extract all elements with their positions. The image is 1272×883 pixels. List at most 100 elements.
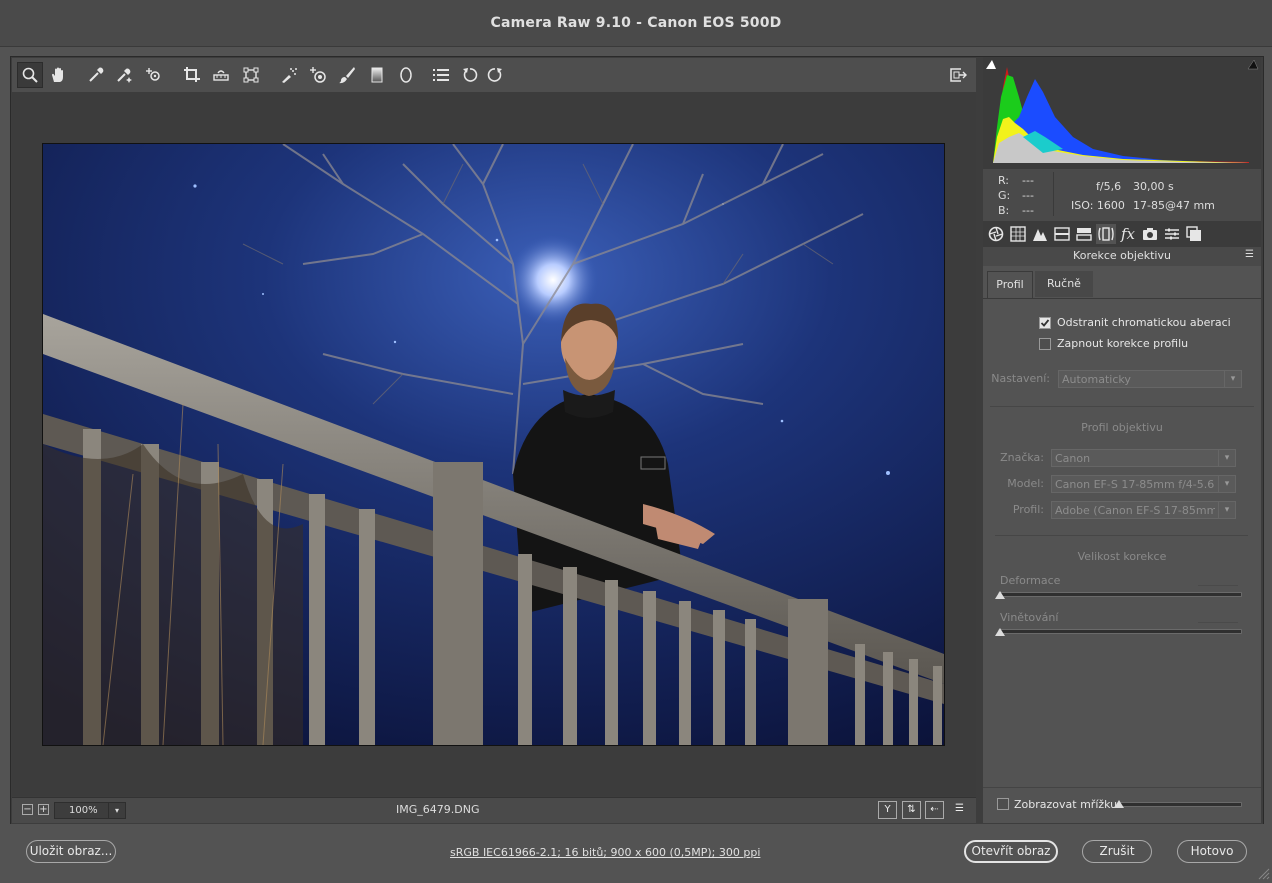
- vignetting-slider[interactable]: [998, 629, 1242, 634]
- swap-settings-icon[interactable]: ⇅: [902, 801, 921, 819]
- g-label: G:: [998, 189, 1011, 202]
- preferences-icon[interactable]: [428, 62, 454, 88]
- done-button[interactable]: Hotovo: [1177, 840, 1247, 863]
- b-value: ---: [1022, 204, 1034, 217]
- setup-select[interactable]: Automaticky ▾: [1058, 370, 1242, 388]
- divider: [990, 406, 1254, 407]
- save-image-button[interactable]: Uložit obraz...: [26, 840, 116, 863]
- hand-icon[interactable]: [45, 62, 71, 88]
- file-name: IMG_6479.DNG: [396, 803, 480, 816]
- lens-value: 17-85@47 mm: [1133, 199, 1215, 212]
- toggle-fullscreen-icon[interactable]: [945, 62, 971, 88]
- setup-label: Nastavení:: [991, 372, 1050, 385]
- tab-profile[interactable]: Profil: [987, 271, 1033, 298]
- vignetting-slider-thumb[interactable]: [995, 628, 1005, 636]
- tool-bar: [12, 58, 976, 92]
- lens-corrections-tab-icon[interactable]: [1096, 224, 1116, 244]
- make-label: Značka:: [1000, 451, 1044, 464]
- hsl-tab-icon[interactable]: [1052, 224, 1072, 244]
- correction-amount-heading: Velikost korekce: [1077, 550, 1167, 563]
- panel-menu-icon[interactable]: ☰: [1245, 250, 1257, 262]
- straighten-icon[interactable]: [208, 62, 234, 88]
- split-toning-tab-icon[interactable]: [1074, 224, 1094, 244]
- chevron-down-icon: ▾: [1218, 450, 1235, 466]
- adjustment-brush-icon[interactable]: [334, 62, 360, 88]
- enable-profile-checkbox[interactable]: [1039, 338, 1051, 350]
- distortion-slider-thumb[interactable]: [995, 591, 1005, 599]
- transform-icon[interactable]: [238, 62, 264, 88]
- lens-subtabs: Profil Ručně: [983, 271, 1261, 299]
- rotate-right-icon[interactable]: [482, 62, 508, 88]
- grid-size-slider-thumb[interactable]: [1114, 800, 1124, 808]
- spot-removal-icon[interactable]: [276, 62, 302, 88]
- chevron-down-icon: ▾: [1218, 476, 1235, 492]
- graduated-filter-icon[interactable]: [364, 62, 390, 88]
- show-grid-checkbox[interactable]: [997, 798, 1009, 810]
- snapshots-tab-icon[interactable]: [1184, 224, 1204, 244]
- model-label: Model:: [1007, 477, 1044, 490]
- copy-settings-icon[interactable]: ⇠: [925, 801, 944, 819]
- white-balance-icon[interactable]: [83, 62, 109, 88]
- presets-tab-icon[interactable]: [1162, 224, 1182, 244]
- color-sampler-icon[interactable]: [111, 62, 137, 88]
- workflow-options-link[interactable]: sRGB IEC61966-2.1; 16 bitů; 900 x 600 (0…: [450, 846, 760, 859]
- r-value: ---: [1022, 174, 1034, 187]
- radial-filter-icon[interactable]: [393, 62, 419, 88]
- make-select[interactable]: Canon ▾: [1051, 449, 1236, 467]
- effects-tab-icon[interactable]: fx: [1118, 224, 1138, 244]
- info-divider: [1053, 172, 1054, 216]
- vignetting-label: Vinětování: [1000, 611, 1059, 624]
- preview-status-bar: − + 100% ▾ IMG_6479.DNG Y ⇅ ⇠ ☰: [12, 797, 976, 823]
- panel-title: Korekce objektivu: [983, 247, 1261, 266]
- chevron-down-icon: ▾: [1224, 371, 1241, 387]
- make-value: Canon: [1055, 452, 1091, 465]
- aperture-value: f/5,6: [1096, 180, 1122, 193]
- setup-value: Automaticky: [1062, 373, 1131, 386]
- chevron-down-icon: ▾: [1218, 502, 1235, 518]
- distortion-value-field: [1198, 585, 1238, 586]
- b-label: B:: [998, 204, 1010, 217]
- rotate-left-icon[interactable]: [457, 62, 483, 88]
- zoom-level-select[interactable]: 100% ▾: [54, 802, 126, 819]
- toggle-settings-icon[interactable]: ☰: [950, 801, 969, 819]
- lens-profile-heading: Profil objektivu: [1081, 421, 1163, 434]
- distortion-label: Deformace: [1000, 574, 1061, 587]
- zoom-out-button[interactable]: −: [22, 804, 33, 815]
- basic-tab-icon[interactable]: [986, 224, 1006, 244]
- before-after-view-button[interactable]: Y: [878, 801, 897, 819]
- window-title: Camera Raw 9.10 - Canon EOS 500D: [490, 15, 782, 31]
- zoom-in-button[interactable]: +: [38, 804, 49, 815]
- model-value: Canon EF-S 17-85mm f/4-5.6 ...: [1055, 478, 1215, 491]
- crop-icon[interactable]: [179, 62, 205, 88]
- detail-tab-icon[interactable]: [1030, 224, 1050, 244]
- tab-manual[interactable]: Ručně: [1035, 271, 1093, 297]
- panel-tabs: fx: [983, 221, 1261, 247]
- cancel-button[interactable]: Zrušit: [1082, 840, 1152, 863]
- zoom-icon[interactable]: [17, 62, 43, 88]
- g-value: ---: [1022, 189, 1034, 202]
- red-eye-icon[interactable]: [305, 62, 331, 88]
- histogram: [983, 57, 1261, 169]
- model-select[interactable]: Canon EF-S 17-85mm f/4-5.6 ... ▾: [1051, 475, 1236, 493]
- vignetting-value-field: [1198, 622, 1238, 623]
- resize-grip-icon[interactable]: [1256, 866, 1270, 880]
- iso-value: ISO: 1600: [1071, 199, 1125, 212]
- tone-curve-tab-icon[interactable]: [1008, 224, 1028, 244]
- chevron-down-icon: ▾: [108, 803, 125, 818]
- profile-value: Adobe (Canon EF-S 17-85mm ...: [1055, 504, 1215, 517]
- image-preview[interactable]: [42, 143, 945, 746]
- shadow-clipping-icon: [986, 60, 996, 69]
- distortion-slider[interactable]: [998, 592, 1242, 597]
- zoom-level-value: 100%: [69, 805, 98, 816]
- camera-calibration-tab-icon[interactable]: [1140, 224, 1160, 244]
- remove-ca-label: Odstranit chromatickou aberaci: [1057, 316, 1231, 329]
- grid-size-slider[interactable]: [1118, 802, 1242, 807]
- camera-info: R: G: B: --- --- --- f/5,6 30,00 s ISO: …: [983, 169, 1261, 221]
- open-image-button[interactable]: Otevřít obraz: [964, 840, 1058, 863]
- enable-profile-label: Zapnout korekce profilu: [1057, 337, 1189, 350]
- profile-select[interactable]: Adobe (Canon EF-S 17-85mm ... ▾: [1051, 501, 1236, 519]
- remove-ca-checkbox[interactable]: [1039, 317, 1051, 329]
- targeted-adjustment-icon[interactable]: [141, 62, 167, 88]
- window-titlebar: Camera Raw 9.10 - Canon EOS 500D: [0, 0, 1272, 47]
- profile-label: Profil:: [1012, 503, 1044, 516]
